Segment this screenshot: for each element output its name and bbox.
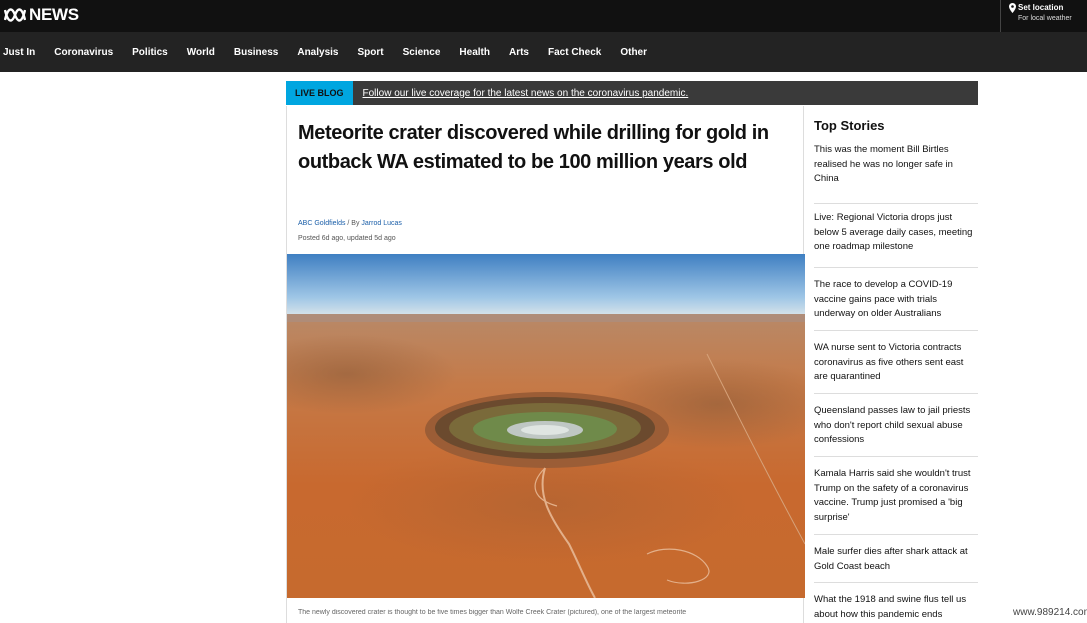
story-link[interactable]: WA nurse sent to Victoria contracts coro… bbox=[814, 331, 978, 394]
story-text: WA nurse sent to Victoria contracts coro… bbox=[814, 342, 964, 382]
abc-logo-icon bbox=[4, 8, 26, 22]
article-byline: ABC Goldfields / By Jarrod Lucas bbox=[298, 220, 402, 227]
location-subtitle: For local weather bbox=[1018, 15, 1072, 22]
article: Meteorite crater discovered while drilli… bbox=[286, 106, 805, 623]
top-stories-sidebar: Top Stories This was the moment Bill Bir… bbox=[814, 118, 978, 623]
live-blog-link[interactable]: Follow our live coverage for the latest … bbox=[363, 88, 689, 99]
top-stories-title: Top Stories bbox=[814, 118, 885, 133]
site-watermark: www.989214.com bbox=[1013, 607, 1087, 618]
hero-image-crater bbox=[287, 254, 805, 598]
article-headline: Meteorite crater discovered while drilli… bbox=[298, 122, 769, 173]
story-link[interactable]: Live: Regional Victoria drops just below… bbox=[814, 204, 978, 268]
nav-item-science[interactable]: Science bbox=[403, 47, 441, 58]
article-timestamp: Posted 6d ago, updated 5d ago bbox=[298, 235, 396, 242]
nav-item-health[interactable]: Health bbox=[459, 47, 490, 58]
source-link[interactable]: ABC Goldfields bbox=[298, 220, 345, 227]
story-text: What the 1918 and swine flus tell us abo… bbox=[814, 594, 967, 620]
image-caption: The newly discovered crater is thought t… bbox=[298, 609, 687, 616]
live-blog-badge: LIVE BLOG bbox=[286, 81, 353, 105]
location-pin-icon bbox=[1009, 3, 1016, 13]
story-text: Live: Regional Victoria drops just below… bbox=[814, 212, 973, 252]
abc-news-logo[interactable]: NEWS bbox=[4, 5, 79, 25]
story-text: Kamala Harris said she wouldn't trust Tr… bbox=[814, 468, 971, 523]
story-text: This was the moment Bill Birtles realise… bbox=[814, 144, 953, 184]
nav-item-business[interactable]: Business bbox=[234, 47, 278, 58]
location-title: Set location bbox=[1018, 3, 1064, 12]
story-text: The race to develop a COVID-19 vaccine g… bbox=[814, 279, 953, 319]
nav-item-politics[interactable]: Politics bbox=[132, 47, 168, 58]
story-link[interactable]: The race to develop a COVID-19 vaccine g… bbox=[814, 268, 978, 331]
story-link[interactable]: What the 1918 and swine flus tell us abo… bbox=[814, 583, 978, 623]
main-nav: Just In Coronavirus Politics World Busin… bbox=[0, 32, 1087, 72]
byline-separator: / By bbox=[345, 220, 362, 227]
story-link[interactable]: This was the moment Bill Birtles realise… bbox=[814, 141, 978, 204]
logo-text: NEWS bbox=[29, 5, 79, 24]
story-link[interactable]: Queensland passes law to jail priests wh… bbox=[814, 394, 978, 457]
nav-item-sport[interactable]: Sport bbox=[357, 47, 383, 58]
nav-item-analysis[interactable]: Analysis bbox=[297, 47, 338, 58]
story-link[interactable]: Kamala Harris said she wouldn't trust Tr… bbox=[814, 457, 978, 535]
nav-item-world[interactable]: World bbox=[187, 47, 215, 58]
set-location-button[interactable]: Set location For local weather bbox=[1000, 0, 1087, 32]
nav-item-just-in[interactable]: Just In bbox=[3, 47, 35, 58]
top-bar: NEWS Set location For local weather bbox=[0, 0, 1087, 32]
nav-item-arts[interactable]: Arts bbox=[509, 47, 529, 58]
nav-item-fact-check[interactable]: Fact Check bbox=[548, 47, 601, 58]
live-blog-banner: LIVE BLOG Follow our live coverage for t… bbox=[286, 81, 978, 105]
story-text: Queensland passes law to jail priests wh… bbox=[814, 405, 971, 445]
author-link[interactable]: Jarrod Lucas bbox=[361, 220, 401, 227]
story-link[interactable]: Male surfer dies after shark attack at G… bbox=[814, 535, 978, 583]
story-text: Male surfer dies after shark attack at G… bbox=[814, 546, 968, 572]
nav-item-other[interactable]: Other bbox=[620, 47, 647, 58]
nav-item-coronavirus[interactable]: Coronavirus bbox=[54, 47, 113, 58]
